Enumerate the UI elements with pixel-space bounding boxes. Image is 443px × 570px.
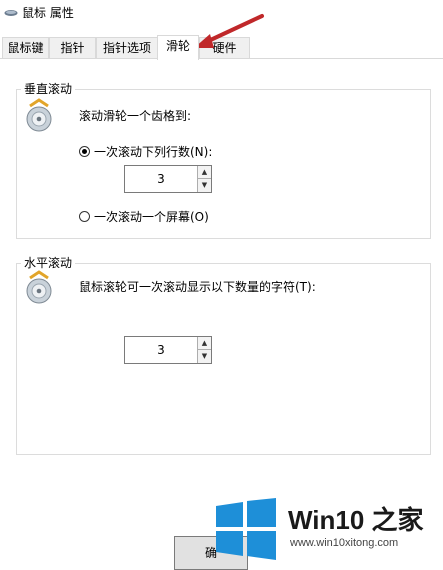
watermark: Win10 之家 www.win10xitong.com: [206, 490, 443, 570]
lines-radio[interactable]: [79, 146, 90, 157]
windows-logo-icon: [216, 498, 276, 560]
spin-down-icon[interactable]: ▼: [198, 350, 211, 363]
tab-wheel[interactable]: 滑轮: [157, 35, 199, 60]
lines-value[interactable]: 3: [125, 166, 197, 192]
watermark-url: www.win10xitong.com: [290, 537, 399, 549]
radio-selected-dot: [82, 149, 87, 154]
watermark-title: Win10 之家: [288, 505, 424, 535]
scroll-wheel-icon: [26, 270, 52, 304]
tab-pointers[interactable]: 指针: [49, 37, 96, 58]
screen-radio[interactable]: [79, 211, 90, 222]
arrow-annotation: [194, 14, 264, 48]
horizontal-scroll-title: 水平滚动: [21, 254, 76, 271]
tab-buttons[interactable]: 鼠标键: [2, 37, 49, 58]
spin-up-icon[interactable]: ▲: [198, 166, 211, 179]
vertical-scroll-title: 垂直滚动: [21, 80, 76, 97]
lines-radio-label: 一次滚动下列行数(N):: [94, 145, 213, 159]
screen-radio-label: 一次滚动一个屏幕(O): [94, 210, 209, 224]
lines-spinbox[interactable]: 3 ▲ ▼: [124, 165, 212, 193]
spin-buttons: ▲ ▼: [197, 166, 211, 192]
scroll-wheel-icon: [26, 98, 52, 132]
chars-value[interactable]: 3: [125, 337, 197, 363]
tab-pointer-options[interactable]: 指针选项: [96, 37, 158, 58]
window-title: 鼠标 属性: [22, 6, 74, 20]
vertical-scroll-description: 滚动滑轮一个齿格到:: [79, 109, 192, 123]
mouse-icon: [4, 10, 18, 16]
chars-spinbox[interactable]: 3 ▲ ▼: [124, 336, 212, 364]
spin-up-icon[interactable]: ▲: [198, 337, 211, 350]
horizontal-scroll-description: 鼠标滚轮可一次滚动显示以下数量的字符(T):: [79, 280, 316, 294]
spin-down-icon[interactable]: ▼: [198, 179, 211, 192]
spin-buttons: ▲ ▼: [197, 337, 211, 363]
